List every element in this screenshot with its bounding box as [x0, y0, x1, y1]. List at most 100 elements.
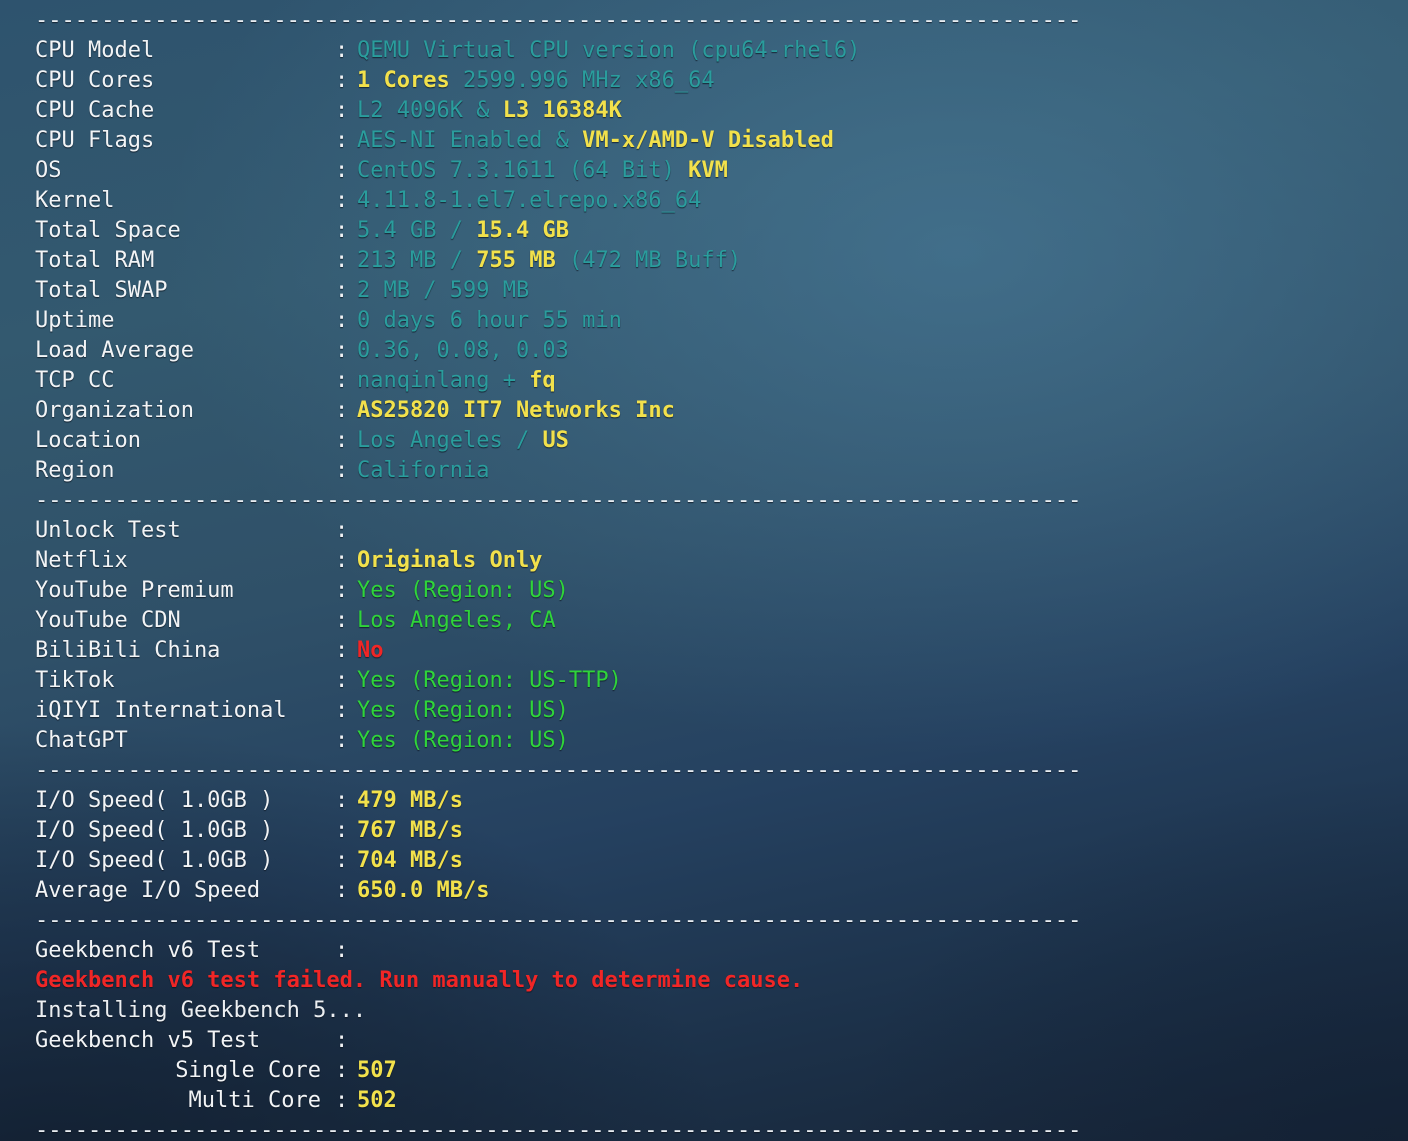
- row-colon: :: [335, 638, 349, 663]
- row-label: I/O Speed( 1.0GB ): [35, 848, 274, 873]
- row-label: Organization: [35, 398, 194, 423]
- row-label: Single Core: [175, 1058, 321, 1083]
- system-info-row: Total SWAP:2 MB / 599 MB: [35, 276, 1408, 306]
- system-info-row: Region: California: [35, 456, 1408, 486]
- row-label: YouTube Premium: [35, 578, 234, 603]
- row-value: L3 16384K: [502, 98, 622, 123]
- system-info-row: CPU Cache: L2 4096K & L3 16384K: [35, 96, 1408, 126]
- row-colon: :: [335, 788, 349, 813]
- row-label: TikTok: [35, 668, 115, 693]
- system-info-row: TCP CC: nanqinlang + fq: [35, 366, 1408, 396]
- row-value: (472 MB Buff): [555, 248, 742, 273]
- row-colon: :: [335, 188, 349, 213]
- unlock-test-row: TikTok: Yes (Region: US-TTP): [35, 666, 1408, 696]
- io-speed-row: I/O Speed( 1.0GB ):479 MB/s: [35, 786, 1408, 816]
- row-colon: :: [335, 38, 349, 63]
- system-info-row: CPU Flags: AES-NI Enabled & VM-x/AMD-V Di…: [35, 126, 1408, 156]
- row-value: Yes (Region: US-TTP): [357, 668, 622, 693]
- system-info-row: Total Space:5.4 GB / 15.4 GB: [35, 216, 1408, 246]
- system-info-row: Kernel:4.11.8-1.el7.elrepo.x86_64: [35, 186, 1408, 216]
- row-value: 213 MB /: [357, 248, 477, 273]
- row-value: Yes (Region: US): [357, 698, 569, 723]
- row-label: Total RAM: [35, 248, 155, 273]
- row-colon: :: [335, 728, 349, 753]
- row-label: Geekbench v5 Test: [35, 1028, 261, 1053]
- row-label: Uptime: [35, 308, 115, 333]
- row-value: 4.11.8-1.el7.elrepo.x86_64: [357, 188, 702, 213]
- io-speed-row: I/O Speed( 1.0GB ):767 MB/s: [35, 816, 1408, 846]
- row-label: Location: [35, 428, 141, 453]
- unlock-test-row: Unlock Test:: [35, 516, 1408, 546]
- row-label: Region: [35, 458, 115, 483]
- row-label: CPU Model: [35, 38, 155, 63]
- io-speed-row: Average I/O Speed:650.0 MB/s: [35, 876, 1408, 906]
- unlock-test-row: BiliBili China: No: [35, 636, 1408, 666]
- row-label: iQIYI International: [35, 698, 287, 723]
- row-label: YouTube CDN: [35, 608, 181, 633]
- row-value: 0.36, 0.08, 0.03: [357, 338, 569, 363]
- row-value: 15.4 GB: [476, 218, 569, 243]
- row-colon: :: [335, 518, 349, 543]
- row-label: ChatGPT: [35, 728, 128, 753]
- row-label: Average I/O Speed: [35, 878, 261, 903]
- section-separator-unlock: ----------------------------------------…: [35, 488, 1082, 513]
- system-info-row: CPU Model: QEMU Virtual CPU version (cpu6…: [35, 36, 1408, 66]
- row-colon: :: [335, 1088, 349, 1113]
- row-label: CPU Cache: [35, 98, 155, 123]
- row-value: US: [542, 428, 569, 453]
- system-info-row: CPU Cores:1 Cores 2599.996 MHz x86_64: [35, 66, 1408, 96]
- row-value: AES-NI Enabled &: [357, 128, 583, 153]
- row-colon: :: [335, 98, 349, 123]
- row-label: Unlock Test: [35, 518, 181, 543]
- terminal-screen: ----------------------------------------…: [0, 0, 1408, 1141]
- row-value: 2599.996 MHz x86_64: [449, 68, 715, 93]
- row-label: Kernel: [35, 188, 115, 213]
- geekbench-installing-message: Installing Geekbench 5...: [35, 998, 367, 1023]
- row-value: AS25820 IT7 Networks Inc: [357, 398, 675, 423]
- system-info-row: Location: Los Angeles / US: [35, 426, 1408, 456]
- row-value: 0 days 6 hour 55 min: [357, 308, 622, 333]
- row-label: CPU Flags: [35, 128, 155, 153]
- row-colon: :: [335, 1028, 349, 1053]
- row-value: L2 4096K &: [357, 98, 503, 123]
- system-info-row: OS: CentOS 7.3.1611 (64 Bit) KVM: [35, 156, 1408, 186]
- row-colon: :: [335, 578, 349, 603]
- row-value: KVM: [688, 158, 728, 183]
- row-colon: :: [335, 698, 349, 723]
- row-colon: :: [335, 128, 349, 153]
- io-speed-row: I/O Speed( 1.0GB ):704 MB/s: [35, 846, 1408, 876]
- row-colon: :: [335, 608, 349, 633]
- row-colon: :: [335, 848, 349, 873]
- row-value: 2 MB / 599 MB: [357, 278, 530, 303]
- section-separator-io: ----------------------------------------…: [35, 758, 1082, 783]
- row-colon: :: [335, 338, 349, 363]
- row-value: CentOS 7.3.1611 (64 Bit): [357, 158, 689, 183]
- row-colon: :: [335, 428, 349, 453]
- row-colon: :: [335, 1058, 349, 1083]
- system-info-section: CPU Model: QEMU Virtual CPU version (cpu6…: [35, 36, 1408, 486]
- row-value: Yes (Region: US): [357, 578, 569, 603]
- row-colon: :: [335, 938, 349, 963]
- row-colon: :: [335, 458, 349, 483]
- row-colon: :: [335, 668, 349, 693]
- row-value: 755 MB: [476, 248, 556, 273]
- row-value: 704 MB/s: [357, 848, 463, 873]
- row-value: QEMU Virtual CPU version (cpu64-rhel6): [357, 38, 861, 63]
- unlock-test-row: Netflix: Originals Only: [35, 546, 1408, 576]
- row-value: 502: [357, 1088, 397, 1113]
- system-info-row: Organization: AS25820 IT7 Networks Inc: [35, 396, 1408, 426]
- row-value: No: [357, 638, 384, 663]
- system-info-row: Total RAM:213 MB / 755 MB (472 MB Buff): [35, 246, 1408, 276]
- row-value: 1 Cores: [357, 68, 450, 93]
- io-speed-section: I/O Speed( 1.0GB ):479 MB/s I/O Speed( 1.…: [35, 786, 1408, 906]
- row-value: 650.0 MB/s: [357, 878, 490, 903]
- geekbench-score-row: Multi Core:502: [35, 1086, 1408, 1116]
- unlock-test-section: Unlock Test: Netflix: Originals Only YouTub…: [35, 516, 1408, 756]
- row-value: Los Angeles /: [357, 428, 543, 453]
- row-label: OS: [35, 158, 62, 183]
- unlock-test-row: YouTube CDN: Los Angeles, CA: [35, 606, 1408, 636]
- row-colon: :: [335, 308, 349, 333]
- geekbench-score-row: Single Core:507: [35, 1056, 1408, 1086]
- geekbench-v6-row: Geekbench v6 Test:: [35, 936, 1408, 966]
- geekbench-v5-row: Geekbench v5 Test:: [35, 1026, 1408, 1056]
